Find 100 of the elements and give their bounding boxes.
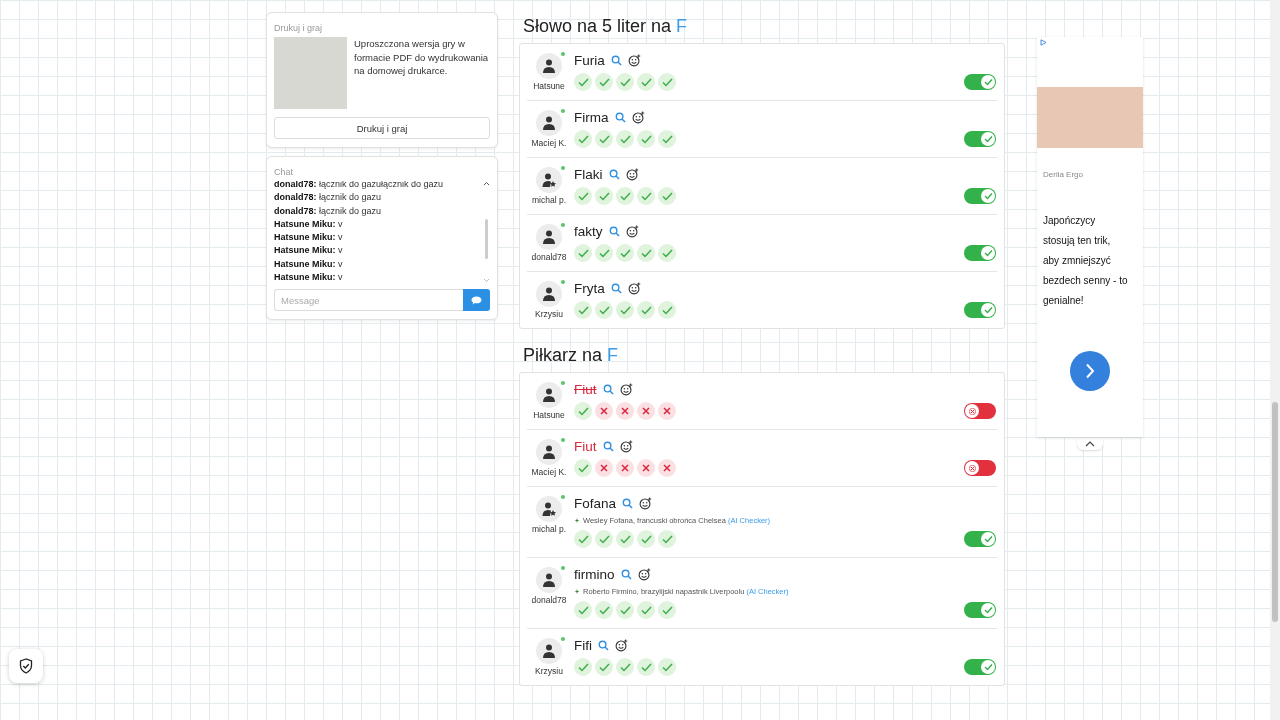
accept-toggle[interactable] xyxy=(964,531,996,547)
shield-check-icon xyxy=(19,658,33,674)
answer-word: Fiut xyxy=(574,382,597,397)
smiley-add-icon[interactable] xyxy=(619,383,633,396)
answer-word: Fofana xyxy=(574,496,617,511)
user-star-icon xyxy=(541,172,557,188)
chevron-right-icon xyxy=(1085,363,1095,379)
search-icon[interactable] xyxy=(622,498,634,509)
sparkle-icon xyxy=(574,517,580,524)
check-icon xyxy=(983,606,993,614)
search-icon[interactable] xyxy=(608,169,620,180)
player-name: Maciej K. xyxy=(531,467,567,477)
page-scrollbar[interactable] xyxy=(1270,0,1280,720)
scroll-down-icon[interactable] xyxy=(483,278,490,283)
accept-toggle[interactable] xyxy=(964,74,996,90)
smiley-add-icon[interactable] xyxy=(639,497,653,510)
ad-text: Japończycy stosują ten trik, aby zmniejszyć bezdech senny - to genialne! xyxy=(1043,214,1129,308)
accept-toggle[interactable] xyxy=(964,188,996,204)
answer-word: Furia xyxy=(574,53,605,68)
smiley-add-icon[interactable] xyxy=(631,111,645,124)
chat-message: Hatsune Miku: v xyxy=(274,257,344,271)
chat-message: Hatsune Miku: v xyxy=(274,217,344,231)
ad-source: Derila Ergo xyxy=(1043,170,1083,179)
player-name: Maciej K. xyxy=(531,138,567,148)
user-icon xyxy=(541,444,557,460)
close-icon xyxy=(968,407,976,415)
smiley-add-icon[interactable] xyxy=(615,639,628,652)
accept-toggle[interactable] xyxy=(964,131,996,147)
smiley-add-icon[interactable] xyxy=(619,440,633,453)
chat-bubble-icon xyxy=(471,295,482,305)
message-input[interactable]: Message xyxy=(274,289,463,311)
smiley-add-icon[interactable] xyxy=(627,54,641,67)
online-dot-icon xyxy=(561,495,565,499)
ad-next-button[interactable] xyxy=(1070,351,1110,391)
answer-word: Fiut xyxy=(574,439,597,454)
accept-toggle[interactable] xyxy=(964,460,996,476)
section-title: Słowo na 5 liter na F xyxy=(523,16,688,37)
card-title: Drukuj i graj xyxy=(274,23,322,33)
accept-toggle[interactable] xyxy=(964,245,996,261)
ad-play-icon[interactable] xyxy=(1040,39,1047,46)
online-dot-icon xyxy=(561,438,565,442)
online-dot-icon xyxy=(561,280,565,284)
section-title: Piłkarz na F xyxy=(523,345,619,366)
answer-word: Fryta xyxy=(574,281,605,296)
search-icon[interactable] xyxy=(602,441,614,452)
scroll-up-icon[interactable] xyxy=(483,181,490,186)
online-dot-icon xyxy=(561,637,565,641)
search-icon[interactable] xyxy=(614,112,626,123)
chat-message: donald78: łącznik do gazu xyxy=(274,191,383,205)
search-icon[interactable] xyxy=(608,226,620,237)
online-dot-icon xyxy=(561,109,565,113)
collapse-button[interactable] xyxy=(1077,438,1103,450)
scrollbar-thumb[interactable] xyxy=(485,219,488,259)
answer-word: firmino xyxy=(574,567,615,582)
answer-word: Flaki xyxy=(574,167,603,182)
send-button[interactable] xyxy=(463,289,490,311)
accept-toggle[interactable] xyxy=(964,602,996,618)
player-name: Hatsune xyxy=(533,81,565,91)
search-icon[interactable] xyxy=(610,55,622,66)
player-name: Krzysiu xyxy=(535,666,563,676)
check-icon xyxy=(983,192,993,200)
check-icon xyxy=(983,306,993,314)
online-dot-icon xyxy=(561,566,565,570)
check-icon xyxy=(983,535,993,543)
user-icon xyxy=(541,286,557,302)
smiley-add-icon[interactable] xyxy=(637,568,651,581)
smiley-add-icon[interactable] xyxy=(625,225,639,238)
privacy-button[interactable] xyxy=(9,649,43,683)
chat-message: Hatsune Miku: v xyxy=(274,271,344,283)
print-button[interactable]: Drukuj i graj xyxy=(274,117,490,139)
chat-message: donald78: łącznik do gazułącznik do gazu xyxy=(274,181,445,191)
user-icon xyxy=(541,643,557,659)
search-icon[interactable] xyxy=(602,384,614,395)
user-star-icon xyxy=(541,501,557,517)
sparkle-icon xyxy=(574,588,580,595)
smiley-add-icon[interactable] xyxy=(627,282,641,295)
search-icon[interactable] xyxy=(610,283,622,294)
player-name: michal p. xyxy=(532,195,566,205)
player-name: michal p. xyxy=(532,524,566,534)
check-icon xyxy=(983,78,993,86)
user-icon xyxy=(541,572,557,588)
user-icon xyxy=(541,229,557,245)
user-icon xyxy=(541,387,557,403)
check-icon xyxy=(983,249,993,257)
accept-toggle[interactable] xyxy=(964,302,996,318)
smiley-add-icon[interactable] xyxy=(625,168,639,181)
player-name: donald78 xyxy=(531,595,567,605)
search-icon[interactable] xyxy=(620,569,632,580)
card-description: Uproszczona wersja gry w formacie PDF do wydrukowania na domowej drukarce. xyxy=(354,37,490,78)
online-dot-icon xyxy=(561,381,565,385)
accept-toggle[interactable] xyxy=(964,403,996,419)
online-dot-icon xyxy=(561,166,565,170)
accept-toggle[interactable] xyxy=(964,659,996,675)
close-icon xyxy=(968,464,976,472)
answer-word: Firma xyxy=(574,110,609,125)
search-icon[interactable] xyxy=(598,640,609,651)
online-dot-icon xyxy=(561,223,565,227)
chat-title: Chat xyxy=(274,167,293,177)
answer-word: fakty xyxy=(574,224,603,239)
user-icon xyxy=(541,115,557,131)
